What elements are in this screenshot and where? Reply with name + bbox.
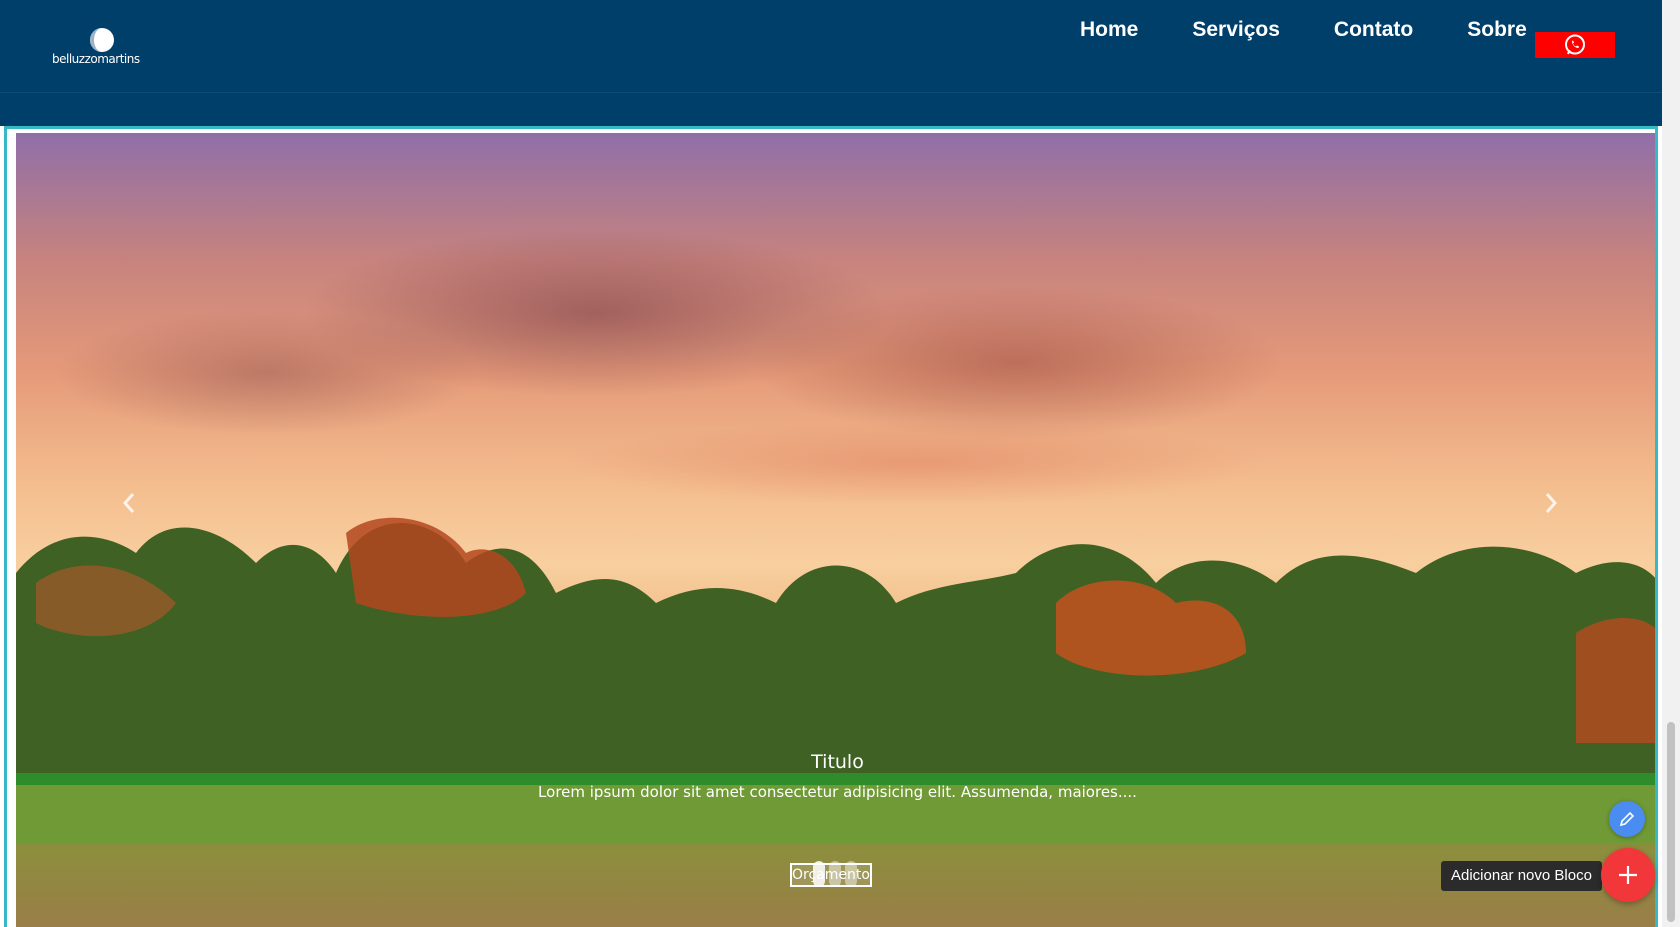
chevron-right-icon [1545,493,1558,513]
scrollbar-thumb[interactable] [1667,722,1675,922]
carousel-prev[interactable] [114,483,144,523]
hero-carousel: Titulo Lorem ipsum dolor sit amet consec… [4,126,1658,927]
carousel-indicator[interactable] [813,861,825,887]
pencil-icon [1619,811,1635,827]
site-header: belluzzomartins Home Serviços Contato So… [0,0,1662,126]
slide-text: Lorem ipsum dolor sit amet consectetur a… [538,783,1137,801]
carousel-indicator[interactable] [829,861,841,887]
logo-icon [90,28,114,52]
nav-home[interactable]: Home [1080,16,1138,44]
whatsapp-button[interactable] [1535,32,1615,58]
nav-sobre[interactable]: Sobre [1467,16,1527,44]
main-nav: Home Serviços Contato Sobre [1080,16,1581,44]
slide-title: Titulo [811,751,864,773]
carousel-indicator[interactable] [845,861,857,887]
nav-servicos[interactable]: Serviços [1192,16,1280,44]
hero-image: Titulo Lorem ipsum dolor sit amet consec… [16,133,1655,927]
nav-contato[interactable]: Contato [1334,16,1413,44]
carousel-indicators [813,861,857,887]
chevron-left-icon [122,493,135,513]
header-divider [0,92,1662,93]
logo-text: belluzzomartins [52,52,140,66]
page-scrollbar[interactable] [1662,0,1680,927]
logo[interactable]: belluzzomartins [50,24,160,70]
whatsapp-icon [1565,34,1585,55]
carousel-next[interactable] [1536,483,1566,523]
add-block-button[interactable] [1601,848,1655,902]
plus-icon [1619,866,1637,884]
edit-button[interactable] [1609,801,1645,837]
add-block-tooltip: Adicionar novo Bloco [1441,861,1602,891]
